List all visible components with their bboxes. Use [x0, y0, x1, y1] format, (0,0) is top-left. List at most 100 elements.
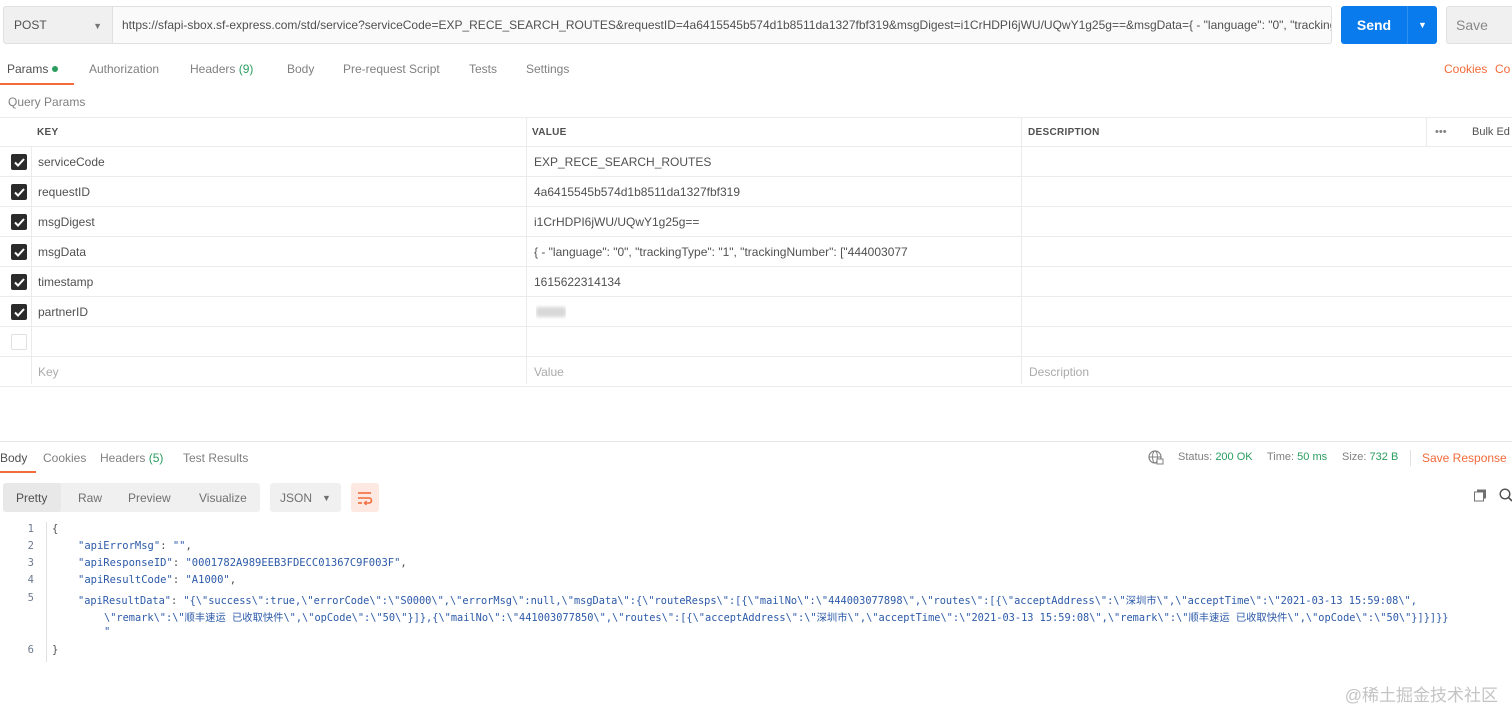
time-value: 50 ms: [1297, 451, 1328, 463]
json-value-end: ": [104, 626, 111, 638]
view-raw[interactable]: Raw: [78, 491, 102, 505]
tab-tests[interactable]: Tests: [469, 62, 497, 76]
wrap-icon: [358, 491, 373, 505]
new-description-input[interactable]: Description: [1029, 357, 1089, 386]
column-divider: [526, 117, 527, 384]
status-value: 200 OK: [1215, 451, 1253, 463]
headers-count-badge: (9): [238, 62, 254, 76]
tab-body[interactable]: Body: [287, 62, 314, 76]
tab-prerequest-script[interactable]: Pre-request Script: [343, 62, 440, 76]
table-row: msgData { - "language": "0", "trackingTy…: [0, 237, 1512, 267]
row-checkbox[interactable]: [11, 304, 27, 320]
copy-icon[interactable]: [1474, 489, 1487, 505]
param-value-redacted[interactable]: [536, 297, 566, 326]
column-divider: [1021, 117, 1022, 384]
new-param-row: Key Value Description: [0, 357, 1512, 387]
wrap-lines-button[interactable]: [351, 483, 379, 512]
param-key[interactable]: msgDigest: [38, 207, 95, 236]
json-line: "apiErrorMsg": "",: [78, 540, 192, 552]
cookies-link[interactable]: Cookies: [1444, 62, 1487, 76]
response-tab-headers[interactable]: Headers (5): [100, 451, 163, 465]
format-select[interactable]: JSON ▼: [270, 483, 341, 512]
tab-settings[interactable]: Settings: [526, 62, 569, 76]
row-checkbox[interactable]: [11, 274, 27, 290]
size-readout: Size: 732 B: [1342, 451, 1398, 463]
chevron-down-icon: ▼: [93, 21, 102, 31]
table-row: msgDigest i1CrHDPI6jWU/UQwY1g25g==: [0, 207, 1512, 237]
param-key[interactable]: requestID: [38, 177, 90, 206]
param-value[interactable]: 1615622314134: [534, 267, 621, 296]
line-number: 4: [27, 574, 34, 586]
time-label: Time:: [1267, 451, 1295, 463]
method-label: POST: [14, 18, 47, 32]
param-key[interactable]: msgData: [38, 237, 86, 266]
json-line: "apiResultData": "{\"success\":true,\"er…: [78, 595, 1417, 607]
line-number: 3: [27, 557, 34, 569]
tab-headers-label: Headers: [190, 62, 236, 76]
param-value[interactable]: 4a6415545b574d1b8511da1327fbf319: [534, 177, 740, 206]
table-row: partnerID: [0, 297, 1512, 327]
active-response-tab-indicator: [0, 471, 36, 473]
tab-authorization[interactable]: Authorization: [89, 62, 159, 76]
row-checkbox[interactable]: [11, 244, 27, 260]
method-select[interactable]: POST ▼: [3, 6, 113, 44]
table-row: [0, 327, 1512, 357]
table-row: serviceCode EXP_RECE_SEARCH_ROUTES: [0, 147, 1512, 177]
more-options-icon[interactable]: •••: [1435, 118, 1447, 146]
response-tab-body[interactable]: Body: [0, 451, 27, 465]
view-visualize[interactable]: Visualize: [199, 491, 247, 505]
response-tab-cookies[interactable]: Cookies: [43, 451, 86, 465]
param-value[interactable]: { - "language": "0", "trackingType": "1"…: [534, 237, 1014, 266]
chevron-down-icon: ▼: [322, 492, 331, 503]
query-params-title: Query Params: [8, 95, 86, 109]
row-checkbox[interactable]: [11, 184, 27, 200]
response-headers-count: (5): [148, 451, 164, 465]
row-checkbox[interactable]: [11, 334, 27, 350]
params-active-dot: [52, 66, 59, 72]
format-label: JSON: [280, 490, 313, 505]
table-header: KEY VALUE DESCRIPTION ••• Bulk Ed: [0, 117, 1512, 147]
json-value: "{\"success\":true,\"errorCode\":\"S0000…: [183, 595, 1417, 607]
col-description-header: DESCRIPTION: [1028, 126, 1100, 138]
active-tab-indicator: [0, 83, 74, 85]
response-tab-test-results[interactable]: Test Results: [183, 451, 248, 465]
status-label: Status:: [1178, 451, 1213, 463]
redacted-value: [536, 306, 566, 317]
watermark: @稀土掘金技术社区: [1344, 686, 1498, 705]
json-close-brace: }: [52, 644, 59, 656]
chevron-down-icon[interactable]: ▼: [1408, 20, 1437, 30]
param-value[interactable]: i1CrHDPI6jWU/UQwY1g25g==: [534, 207, 699, 236]
bulk-edit-link[interactable]: Bulk Ed: [1472, 118, 1510, 146]
json-line-wrap: \"remark\":\"顺丰速运 已收取快件\",\"opCode\":\"5…: [104, 609, 1449, 624]
save-response-button[interactable]: Save Response: [1422, 451, 1507, 465]
tab-params-label: Params: [7, 62, 49, 76]
send-label: Send: [1356, 17, 1392, 33]
param-key[interactable]: serviceCode: [38, 147, 105, 176]
tab-headers[interactable]: Headers (9): [190, 62, 253, 76]
search-icon[interactable]: [1499, 488, 1512, 505]
param-value[interactable]: EXP_RECE_SEARCH_ROUTES: [534, 147, 711, 176]
code-link[interactable]: Co: [1495, 62, 1512, 76]
table-row: requestID 4a6415545b574d1b8511da1327fbf3…: [0, 177, 1512, 207]
param-key[interactable]: timestamp: [38, 267, 93, 296]
table-row: timestamp 1615622314134: [0, 267, 1512, 297]
json-value: "0001782A989EEB3FDECC01367C9F003F": [185, 557, 401, 569]
json-line: "apiResponseID": "0001782A989EEB3FDECC01…: [78, 557, 407, 569]
send-button[interactable]: Send ▼: [1341, 6, 1437, 44]
row-checkbox[interactable]: [11, 214, 27, 230]
line-number: 2: [27, 540, 34, 552]
view-pretty[interactable]: Pretty: [16, 491, 47, 505]
line-number: 1: [27, 523, 34, 535]
url-input[interactable]: https://sfapi-sbox.sf-express.com/std/se…: [113, 6, 1332, 44]
tab-params[interactable]: Params: [7, 62, 59, 76]
globe-icon[interactable]: [1148, 450, 1164, 469]
line-number: 5: [27, 592, 34, 604]
row-checkbox[interactable]: [11, 154, 27, 170]
param-key[interactable]: partnerID: [38, 297, 88, 326]
new-key-input[interactable]: Key: [38, 357, 59, 386]
new-value-input[interactable]: Value: [534, 357, 564, 386]
line-number: 6: [27, 644, 34, 656]
save-button[interactable]: Save: [1446, 6, 1512, 44]
view-preview[interactable]: Preview: [128, 491, 171, 505]
json-value-continued: \"remark\":\"顺丰速运 已收取快件\",\"opCode\":\"5…: [104, 612, 1449, 624]
